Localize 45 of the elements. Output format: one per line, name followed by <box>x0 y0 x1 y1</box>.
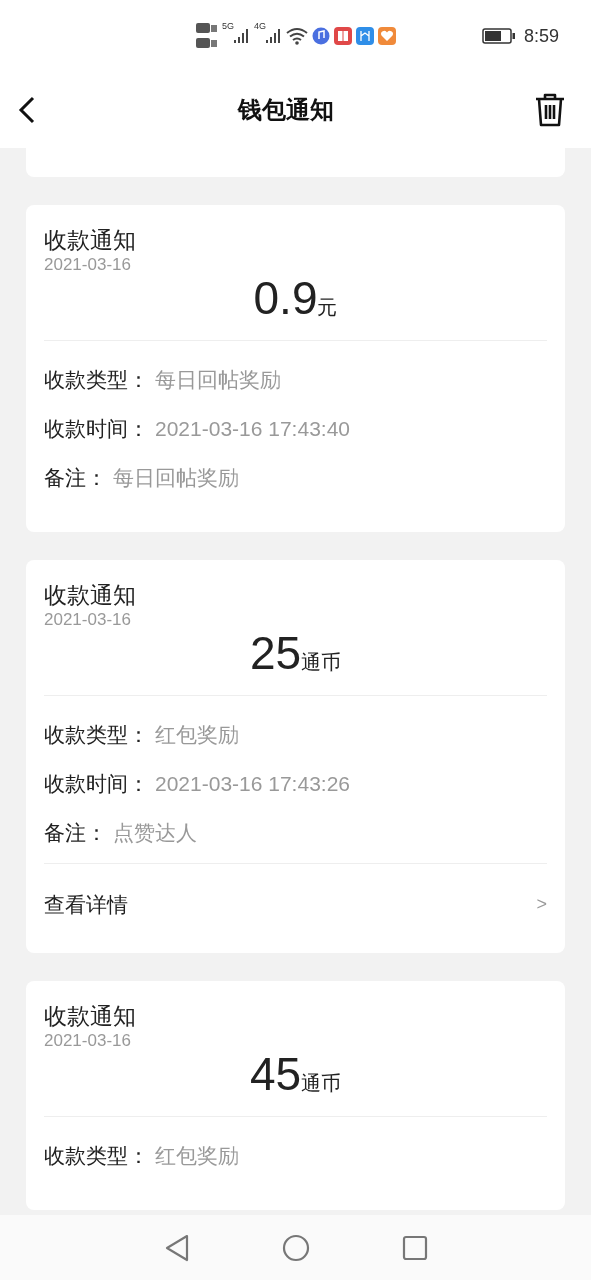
heart-app-icon <box>378 27 397 45</box>
field-value: 每日回帖奖励 <box>113 464 239 491</box>
trash-button[interactable] <box>533 92 567 128</box>
details-link[interactable]: 查看详情 > <box>44 862 547 945</box>
notification-title: 收款通知 <box>44 227 137 255</box>
field-label: 收款类型： <box>44 1142 149 1169</box>
recents-nav-button[interactable] <box>401 1234 428 1261</box>
field-label: 备注： <box>44 464 107 491</box>
notification-title: 收款通知 <box>44 1002 137 1031</box>
back-nav-button[interactable] <box>163 1233 190 1262</box>
amount-value: 25 <box>249 626 302 679</box>
hd-icon <box>196 21 218 51</box>
field-label: 收款类型： <box>44 721 149 748</box>
page-title: 钱包通知 <box>237 95 334 125</box>
field-value: 红包奖励 <box>155 721 239 748</box>
field-value: 2021-03-16 17:43:40 <box>155 415 350 442</box>
amount-value: 45 <box>249 1047 302 1100</box>
chevron-icon: > <box>536 890 547 918</box>
notification-date: 2021-03-16 <box>44 609 132 630</box>
notification-title: 收款通知 <box>44 582 137 610</box>
wifi-icon <box>286 27 309 45</box>
notification-date: 2021-03-16 <box>44 1030 132 1051</box>
field-label: 收款时间： <box>44 415 149 442</box>
field-label: 收款时间： <box>44 770 149 797</box>
field-value: 2021-03-16 17:43:26 <box>155 770 350 797</box>
field-value: 点赞达人 <box>113 819 197 846</box>
amount-unit: 元 <box>317 296 338 318</box>
amount-unit: 通币 <box>301 1071 342 1094</box>
book-app-icon <box>334 27 353 45</box>
field-value: 红包奖励 <box>155 1142 239 1169</box>
network-label: 5G <box>222 22 234 31</box>
amount-unit: 通币 <box>301 650 342 673</box>
signal-icon <box>266 28 283 44</box>
music-app-icon <box>312 27 331 45</box>
home-nav-button[interactable] <box>281 1233 310 1262</box>
field-value: 每日回帖奖励 <box>155 366 281 393</box>
field-label: 收款类型： <box>44 366 149 393</box>
network-label: 4G <box>254 22 267 31</box>
notification-date: 2021-03-16 <box>44 254 132 275</box>
signal-icon <box>234 28 250 44</box>
amount-value: 0.9 <box>253 272 318 324</box>
app-icon <box>356 27 375 45</box>
battery-icon <box>481 28 516 44</box>
field-label: 备注： <box>44 819 107 846</box>
clock-time: 8:59 <box>523 24 559 48</box>
